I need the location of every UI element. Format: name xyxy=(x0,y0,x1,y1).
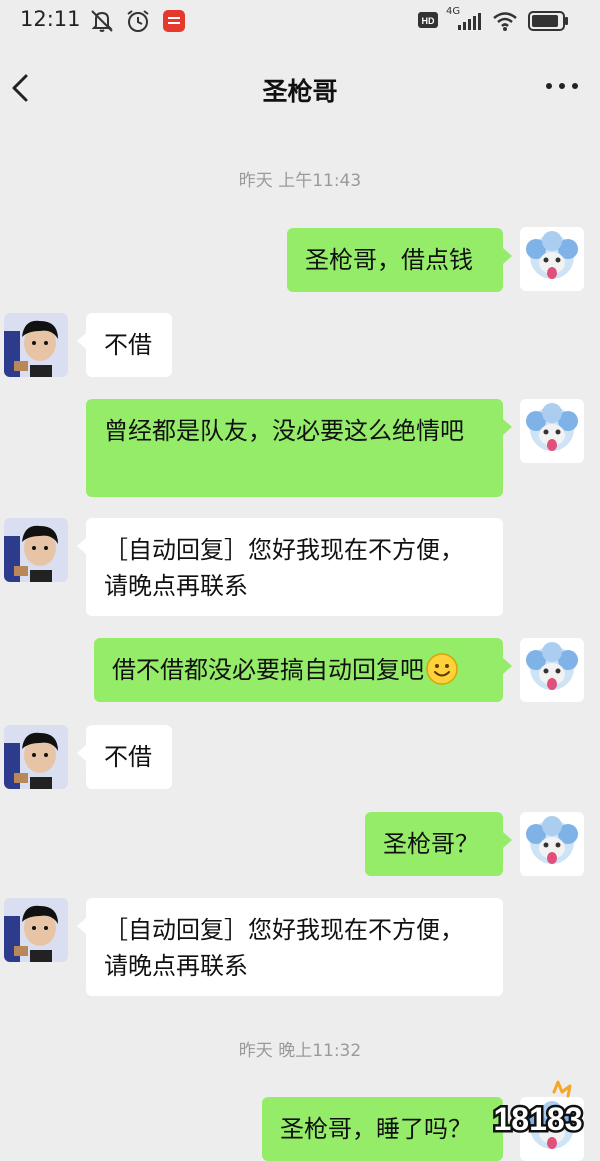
message-bubble-incoming[interactable]: ［自动回复］您好我现在不方便，请晚点再联系 xyxy=(77,518,503,616)
app-notification-icon xyxy=(163,10,185,32)
status-time: 12:11 xyxy=(20,7,81,31)
signal-icon xyxy=(458,13,481,30)
contact-avatar[interactable] xyxy=(4,898,68,962)
own-avatar[interactable] xyxy=(520,399,584,463)
own-avatar-image xyxy=(520,638,584,702)
watermark-logo: 18183 xyxy=(491,1080,585,1140)
contact-avatar-image xyxy=(4,898,68,962)
contact-avatar-image xyxy=(4,725,68,789)
own-avatar[interactable] xyxy=(520,638,584,702)
wifi-icon xyxy=(493,12,517,31)
watermark-text: 18183 xyxy=(494,1101,583,1137)
message-bubble-outgoing[interactable]: 圣枪哥？ xyxy=(365,812,512,876)
message-bubble-incoming[interactable]: 不借 xyxy=(77,725,172,789)
timestamp: 昨天 上午11:43 xyxy=(238,171,362,191)
message-bubble-outgoing[interactable]: 圣枪哥，睡了吗？ xyxy=(262,1097,512,1161)
message-bubble-outgoing[interactable]: 圣枪哥，借点钱 xyxy=(287,228,512,292)
message-bubble-incoming[interactable]: 不借 xyxy=(77,313,172,377)
battery-icon xyxy=(528,11,568,31)
mute-bell-icon xyxy=(91,10,113,32)
chat-header: 圣枪哥 xyxy=(0,42,600,132)
contact-avatar[interactable] xyxy=(4,725,68,789)
timestamp: 昨天 晚上11:32 xyxy=(238,1041,362,1061)
chat-title: 圣枪哥 xyxy=(262,77,338,106)
contact-avatar[interactable] xyxy=(4,313,68,377)
own-avatar-image xyxy=(520,399,584,463)
status-bar: 12:11 HD 4G xyxy=(0,0,600,42)
contact-avatar[interactable] xyxy=(4,518,68,582)
smile-emoji-icon xyxy=(426,653,458,685)
hd-label: HD xyxy=(422,16,435,26)
own-avatar-image xyxy=(520,227,584,291)
message-bubble-outgoing[interactable]: 曾经都是队友，没必要这么绝情吧 xyxy=(86,399,512,497)
own-avatar[interactable] xyxy=(520,812,584,876)
own-avatar[interactable] xyxy=(520,227,584,291)
contact-avatar-image xyxy=(4,518,68,582)
contact-avatar-image xyxy=(4,313,68,377)
message-bubble-outgoing[interactable]: 借不借都没必要搞自动回复吧 xyxy=(94,638,512,702)
message-text: 借不借都没必要搞自动回复吧 xyxy=(112,656,424,684)
message-bubble-incoming[interactable]: ［自动回复］您好我现在不方便，请晚点再联系 xyxy=(77,898,503,996)
alarm-clock-icon xyxy=(127,10,149,32)
hd-icon: HD xyxy=(418,12,438,28)
own-avatar-image xyxy=(520,812,584,876)
more-dots-icon[interactable] xyxy=(544,76,580,96)
